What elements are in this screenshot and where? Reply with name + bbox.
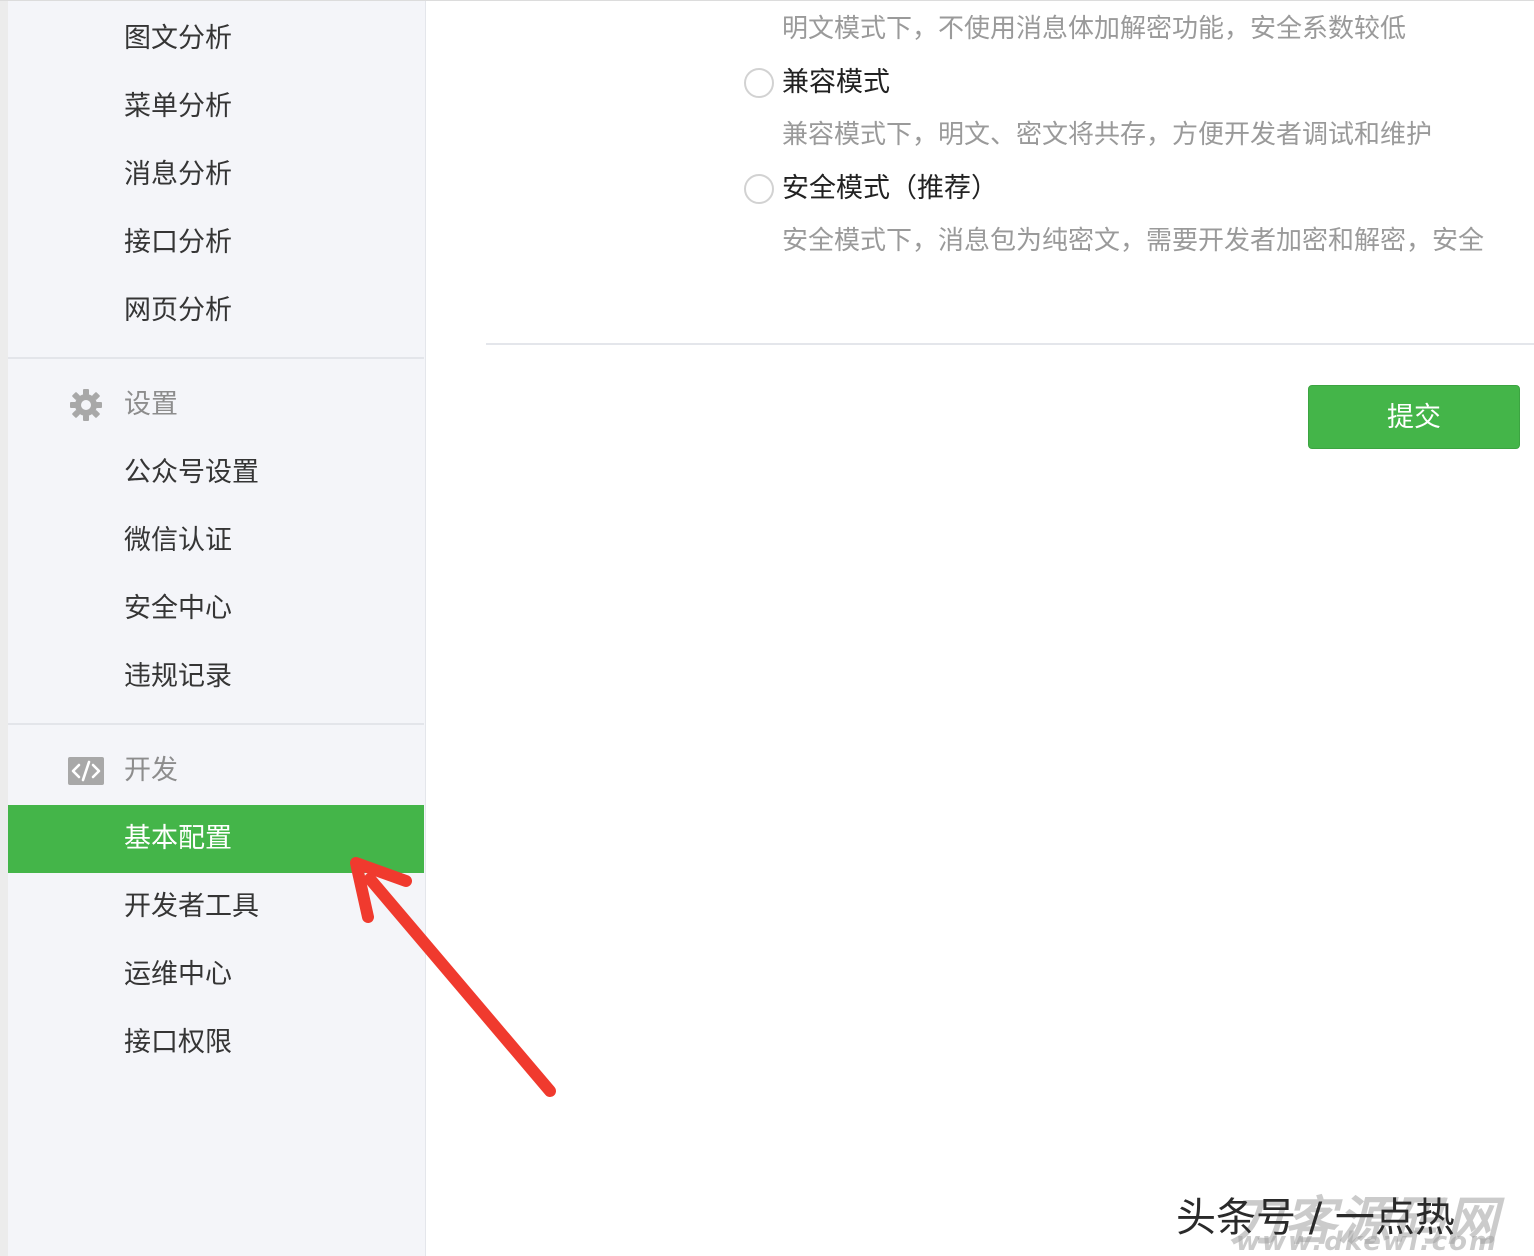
sidebar-group-develop[interactable]: 开发 xyxy=(8,741,424,801)
safe-mode-description: 安全模式下，消息包为纯密文，需要开发者加密和解密，安全 xyxy=(782,226,1485,256)
compatible-mode-description: 兼容模式下，明文、密文将共存，方便开发者调试和维护 xyxy=(782,120,1433,150)
section-divider xyxy=(486,343,1534,345)
radio-circle-icon[interactable] xyxy=(744,174,774,204)
window-edge xyxy=(0,1,8,1256)
safe-mode-label: 安全模式（推荐） xyxy=(782,173,998,204)
sidebar-group-settings[interactable]: 设置 xyxy=(8,375,424,435)
sidebar-item-menu-analysis[interactable]: 菜单分析 xyxy=(8,73,424,141)
sidebar-item-wechat-verification[interactable]: 微信认证 xyxy=(8,507,424,575)
plaintext-mode-description: 明文模式下，不使用消息体加解密功能，安全系数较低 xyxy=(782,14,1407,44)
sidebar-item-account-settings[interactable]: 公众号设置 xyxy=(8,439,424,507)
compatible-mode-label: 兼容模式 xyxy=(782,67,890,98)
sidebar-item-security-center[interactable]: 安全中心 xyxy=(8,575,424,643)
main-content: 明文模式下，不使用消息体加解密功能，安全系数较低 兼容模式 兼容模式下，明文、密… xyxy=(426,1,1534,1256)
page-frame: 图文分析 菜单分析 消息分析 接口分析 网页分析 设置 公众号设置 微信认证 安… xyxy=(0,0,1534,1256)
sidebar-group-develop-title: 开发 xyxy=(124,755,178,786)
gear-icon xyxy=(70,389,102,421)
sidebar-group-settings-title: 设置 xyxy=(124,389,178,420)
red-arrow-annotation xyxy=(350,857,556,1097)
code-icon xyxy=(68,757,104,785)
sidebar-item-api-analysis[interactable]: 接口分析 xyxy=(8,209,424,277)
sidebar-item-news-analysis[interactable]: 图文分析 xyxy=(8,5,424,73)
sidebar-item-violation-records[interactable]: 违规记录 xyxy=(8,643,424,711)
sidebar-item-webpage-analysis[interactable]: 网页分析 xyxy=(8,277,424,345)
sidebar-divider xyxy=(8,723,424,725)
watermark-author: 头条号 / 一点热 xyxy=(1176,1195,1455,1241)
sidebar-divider xyxy=(8,357,424,359)
sidebar-item-message-analysis[interactable]: 消息分析 xyxy=(8,141,424,209)
radio-circle-icon[interactable] xyxy=(744,68,774,98)
submit-button[interactable]: 提交 xyxy=(1308,385,1520,449)
watermark: 刀客源码网 www.dkewl.com 头条号 / 一点热 xyxy=(1176,1179,1534,1256)
